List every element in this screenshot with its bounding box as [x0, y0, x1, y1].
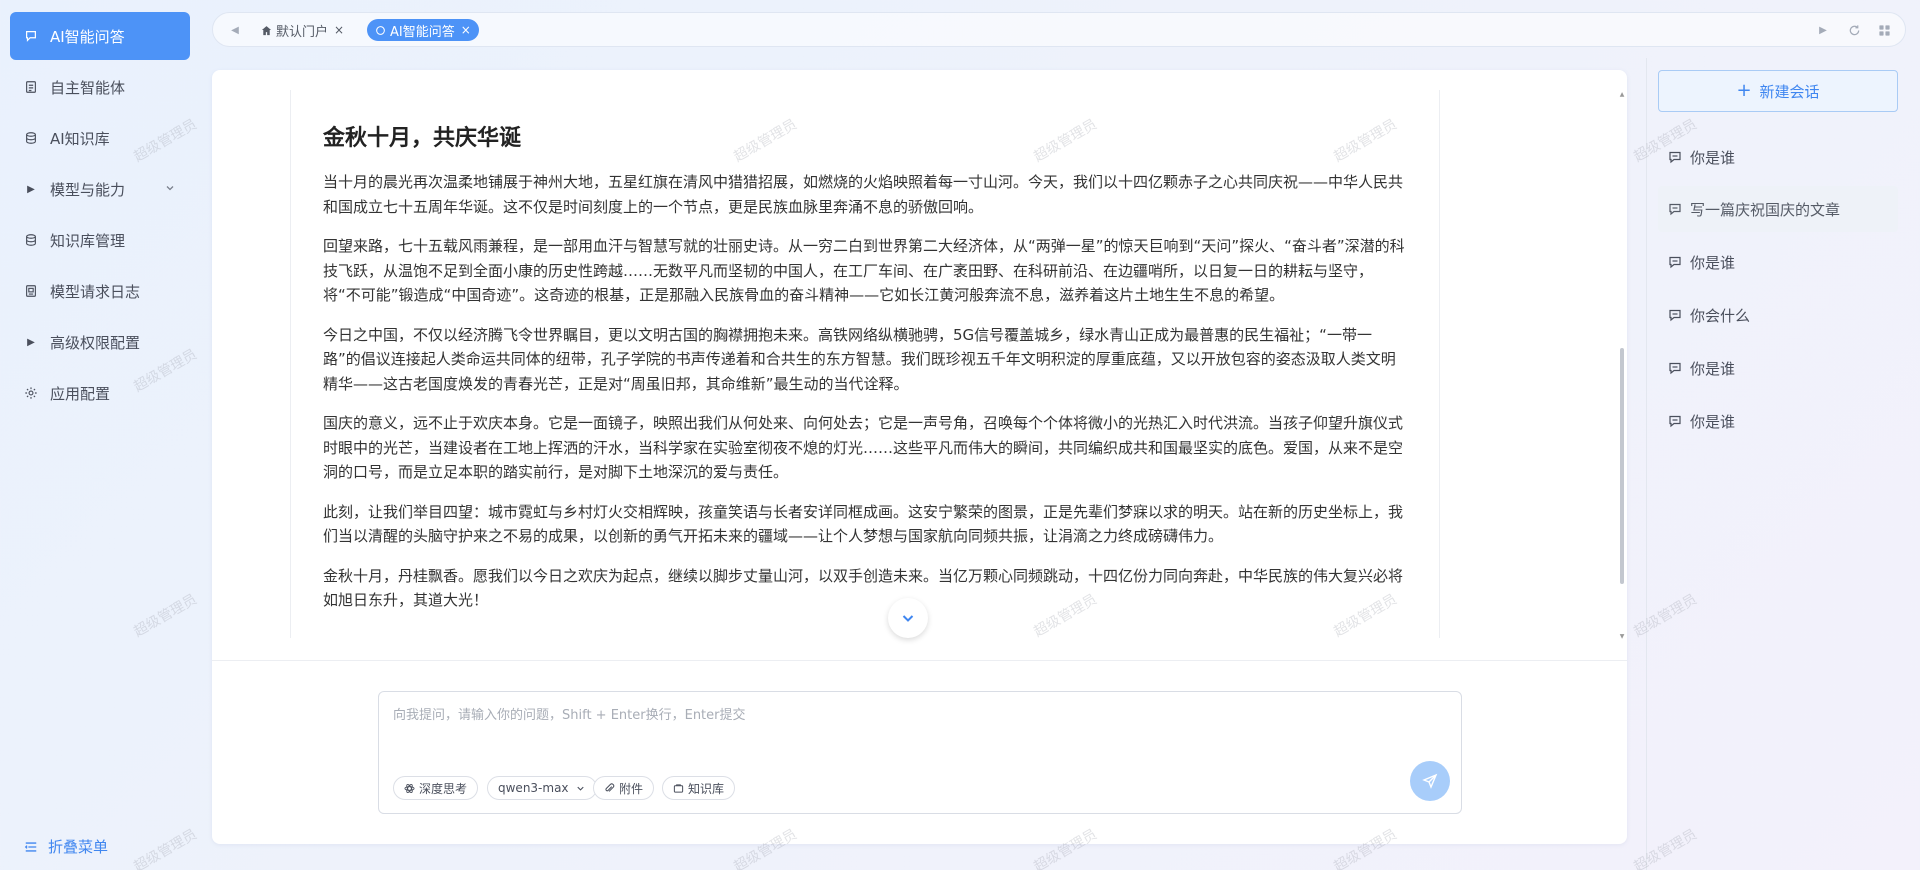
article-paragraph: 国庆的意义，远不止于欢庆本身。它是一面镜子，映照出我们从何处来、向何处去；它是一…: [323, 414, 1404, 481]
sidebar-item-agent[interactable]: 自主智能体: [10, 63, 190, 111]
sidebar-item-label: AI知识库: [50, 129, 110, 148]
folder-icon: [673, 783, 684, 793]
scroll-down-icon[interactable]: ▼: [1619, 634, 1625, 640]
send-button[interactable]: [1410, 761, 1450, 801]
message-icon: [1669, 309, 1681, 322]
sidebar-item-label: 知识库管理: [50, 231, 126, 250]
caret-right-icon: ▶: [27, 336, 35, 348]
right-panel-divider: [1646, 58, 1647, 870]
deep-think-label: 深度思考: [419, 781, 468, 796]
history-item-label: 你是谁: [1690, 148, 1736, 167]
attachment-button[interactable]: 附件: [593, 776, 655, 800]
sidebar-item-label: 模型请求日志: [50, 282, 141, 301]
database-icon: [24, 131, 38, 145]
sidebar-item-models[interactable]: ▶ 模型与能力: [10, 165, 190, 213]
tab-label: 默认门户: [276, 24, 329, 40]
tab-scroll-left-icon[interactable]: ◀: [229, 24, 241, 36]
scrollbar-thumb[interactable]: [1620, 348, 1624, 584]
send-icon: [1422, 773, 1438, 789]
history-item[interactable]: 你是谁: [1658, 134, 1898, 180]
scroll-to-bottom-button[interactable]: [888, 598, 928, 638]
watermark: 超级管理员: [1631, 826, 1700, 870]
close-icon[interactable]: ×: [334, 23, 344, 37]
database-icon: [24, 233, 38, 247]
chat-main-panel: 金秋十月，共庆华诞 当十月的晨光再次温柔地铺展于神州大地，五星红旗在清风中猎猎招…: [212, 70, 1627, 844]
history-item-label: 你会什么: [1690, 306, 1751, 325]
sidebar-item-ai-knowledge[interactable]: AI知识库: [10, 114, 190, 162]
history-item-active[interactable]: 写一篇庆祝国庆的文章: [1658, 186, 1898, 232]
chevron-down-icon: [166, 186, 174, 191]
history-item[interactable]: 你是谁: [1658, 345, 1898, 391]
article-paragraph: 金秋十月，丹桂飘香。愿我们以今日之欢庆为起点，继续以脚步丈量山河，以双手创造未来…: [323, 566, 1404, 610]
refresh-icon[interactable]: [1847, 23, 1861, 37]
article-scrollbar[interactable]: ▲ ▼: [1619, 92, 1625, 640]
sidebar-item-permissions[interactable]: ▶ 高级权限配置: [10, 318, 190, 366]
article-paragraph: 回望来路，七十五载风雨兼程，是一部用血汗与智慧写就的壮丽史诗。从一穷二白到世界第…: [323, 237, 1405, 304]
knowledge-base-button[interactable]: 知识库: [662, 776, 736, 800]
tab-scroll-right-icon[interactable]: ▶: [1816, 23, 1830, 37]
new-chat-label: 新建会话: [1759, 82, 1820, 101]
sidebar-item-label: 高级权限配置: [50, 333, 141, 352]
sidebar-item-label: 自主智能体: [50, 78, 126, 97]
tab-bar: ◀ 默认门户 × AI智能问答 × ▶: [212, 12, 1906, 47]
message-icon: [1669, 151, 1681, 164]
sidebar-item-app-config[interactable]: 应用配置: [10, 369, 190, 417]
tab-default-portal[interactable]: 默认门户 ×: [253, 19, 352, 41]
collapse-menu-label: 折叠菜单: [48, 838, 109, 856]
model-select[interactable]: qwen3-max: [487, 776, 597, 800]
article-paragraph: 今日之中国，不仅以经济腾飞令世界瞩目，更以文明古国的胸襟拥抱未来。高铁网络纵横驰…: [323, 325, 1396, 393]
chevron-down-icon: [576, 786, 584, 791]
history-item[interactable]: 你是谁: [1658, 239, 1898, 285]
message-icon: [1669, 362, 1681, 375]
knowledge-base-label: 知识库: [688, 781, 725, 796]
answer-article: 金秋十月，共庆华诞 当十月的晨光再次温柔地铺展于神州大地，五星红旗在清风中猎猎招…: [290, 90, 1440, 638]
sidebar-item-request-log[interactable]: 模型请求日志: [10, 267, 190, 315]
model-select-value: qwen3-max: [498, 781, 569, 795]
message-icon: [1669, 415, 1681, 428]
history-item-label: 你是谁: [1690, 253, 1736, 272]
chat-icon: [24, 29, 38, 43]
article-title: 金秋十月，共庆华诞: [323, 126, 522, 151]
sidebar-item-label: 模型与能力: [50, 180, 126, 199]
menu-icon: [24, 841, 37, 852]
history-item[interactable]: 你是谁: [1658, 398, 1898, 444]
collapse-menu-button[interactable]: 折叠菜单: [24, 836, 108, 857]
gear-icon: [24, 386, 38, 400]
log-icon: [24, 284, 38, 298]
scroll-up-icon[interactable]: ▲: [1619, 92, 1625, 98]
sidebar-item-kb-manage[interactable]: 知识库管理: [10, 216, 190, 264]
history-item-label: 你是谁: [1690, 412, 1736, 431]
history-item-label: 你是谁: [1690, 359, 1736, 378]
question-input-box: 深度思考 qwen3-max 附件 知识库: [378, 691, 1462, 814]
sidebar-item-label: 应用配置: [50, 384, 111, 403]
caret-right-icon: ▶: [27, 183, 35, 195]
paperclip-icon: [605, 782, 615, 792]
sidebar: AI智能问答 自主智能体 AI知识库 ▶ 模型与能力 知识库管理 模型请求日志 …: [0, 0, 200, 870]
plus-icon: +: [1736, 80, 1752, 101]
article-paragraph: 当十月的晨光再次温柔地铺展于神州大地，五星红旗在清风中猎猎招展，如燃烧的火焰映照…: [323, 173, 1404, 216]
watermark: 超级管理员: [1631, 591, 1700, 641]
question-input[interactable]: [393, 704, 1393, 744]
message-icon: [1669, 256, 1681, 269]
article-paragraph: 此刻，让我们举目四望：城市霓虹与乡村灯火交相辉映，孩童笑语与长者安详同框成画。这…: [323, 502, 1404, 546]
home-icon: [261, 25, 272, 36]
tab-ai-qa[interactable]: AI智能问答 ×: [367, 19, 479, 41]
chat-icon: [375, 25, 386, 36]
attachment-label: 附件: [619, 781, 644, 796]
atom-icon: [404, 783, 415, 793]
history-item[interactable]: 你会什么: [1658, 292, 1898, 338]
sidebar-item-label: AI智能问答: [50, 27, 125, 46]
message-icon: [1669, 203, 1681, 216]
grid-icon[interactable]: [1877, 23, 1891, 37]
deep-think-toggle[interactable]: 深度思考: [393, 776, 479, 800]
chevron-down-icon: [902, 615, 914, 622]
new-chat-button[interactable]: + 新建会话: [1658, 70, 1898, 112]
divider: [212, 660, 1627, 661]
close-icon[interactable]: ×: [461, 23, 471, 37]
tab-label: AI智能问答: [390, 24, 455, 40]
history-item-label: 写一篇庆祝国庆的文章: [1690, 200, 1841, 219]
sidebar-item-ai-qa[interactable]: AI智能问答: [10, 12, 190, 60]
document-icon: [24, 80, 38, 94]
